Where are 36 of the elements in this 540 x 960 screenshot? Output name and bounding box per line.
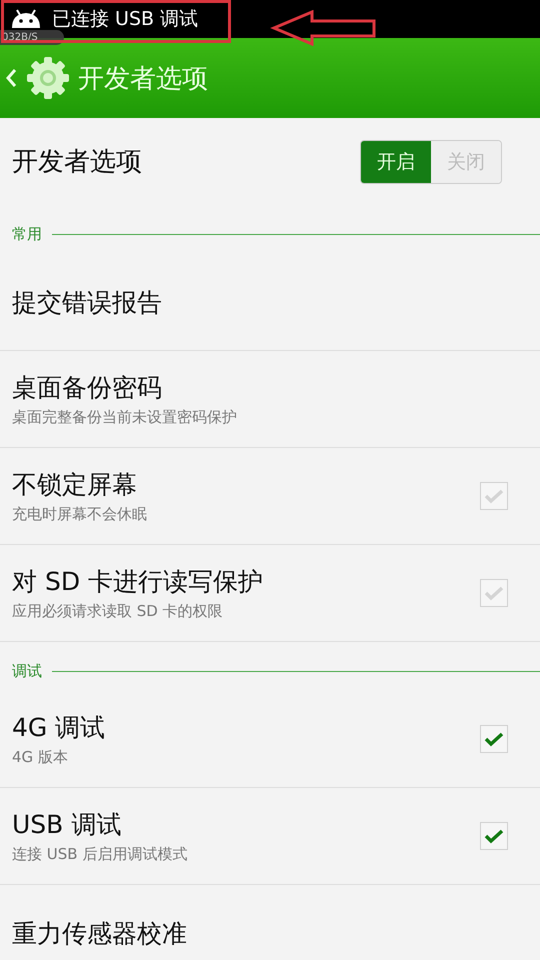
setting-description: 充电时屏幕不会休眠 bbox=[12, 505, 147, 524]
gear-icon bbox=[24, 54, 72, 102]
notification-text: 已连接 USB 调试 bbox=[52, 7, 198, 32]
section-title: 常用 bbox=[12, 225, 42, 244]
check-icon bbox=[484, 828, 504, 844]
setting-title: USB 调试 bbox=[12, 809, 122, 841]
setting-title: 4G 调试 bbox=[12, 712, 106, 744]
check-icon bbox=[484, 731, 504, 747]
toggle-option[interactable]: 开启 bbox=[361, 140, 431, 182]
setting-title: 不锁定屏幕 bbox=[12, 469, 138, 501]
setting-description: 4G 版本 bbox=[12, 748, 69, 767]
setting-title: 提交错误报告 bbox=[12, 286, 162, 318]
setting-title: 重力传感器校准 bbox=[12, 918, 187, 950]
back-icon[interactable] bbox=[4, 66, 18, 90]
check-icon bbox=[484, 585, 504, 601]
setting-title: 对 SD 卡进行读写保护 bbox=[12, 566, 264, 598]
settings-row[interactable]: 不锁定屏幕 充电时屏幕不会休眠 bbox=[0, 448, 540, 545]
section-title: 调试 bbox=[12, 662, 42, 681]
setting-description: 桌面完整备份当前未设置密码保护 bbox=[12, 408, 237, 427]
setting-title: 开发者选项 bbox=[12, 146, 142, 179]
settings-row[interactable]: 重力传感器校准 bbox=[0, 885, 540, 960]
settings-row[interactable]: USB 调试 连接 USB 后启用调试模式 bbox=[0, 788, 540, 885]
setting-title: 桌面备份密码 bbox=[12, 372, 163, 404]
android-icon bbox=[10, 8, 42, 30]
settings-row[interactable]: 对 SD 卡进行读写保护 应用必须请求读取 SD 卡的权限 bbox=[0, 545, 540, 642]
settings-row[interactable]: 4G 调试 4G 版本 bbox=[0, 691, 540, 788]
check-icon bbox=[484, 488, 504, 504]
header-title: 开发者选项 bbox=[78, 62, 208, 96]
checkbox[interactable] bbox=[480, 579, 508, 607]
checkbox[interactable] bbox=[480, 482, 508, 510]
setting-description: 应用必须请求读取 SD 卡的权限 bbox=[12, 602, 224, 621]
settings-row[interactable]: 桌面备份密码 桌面完整备份当前未设置密码保护 bbox=[0, 351, 540, 448]
checkbox[interactable] bbox=[480, 725, 508, 753]
setting-description: 连接 USB 后启用调试模式 bbox=[12, 845, 188, 864]
checkbox[interactable] bbox=[480, 822, 508, 850]
settings-row[interactable]: 提交错误报告 bbox=[0, 254, 540, 351]
